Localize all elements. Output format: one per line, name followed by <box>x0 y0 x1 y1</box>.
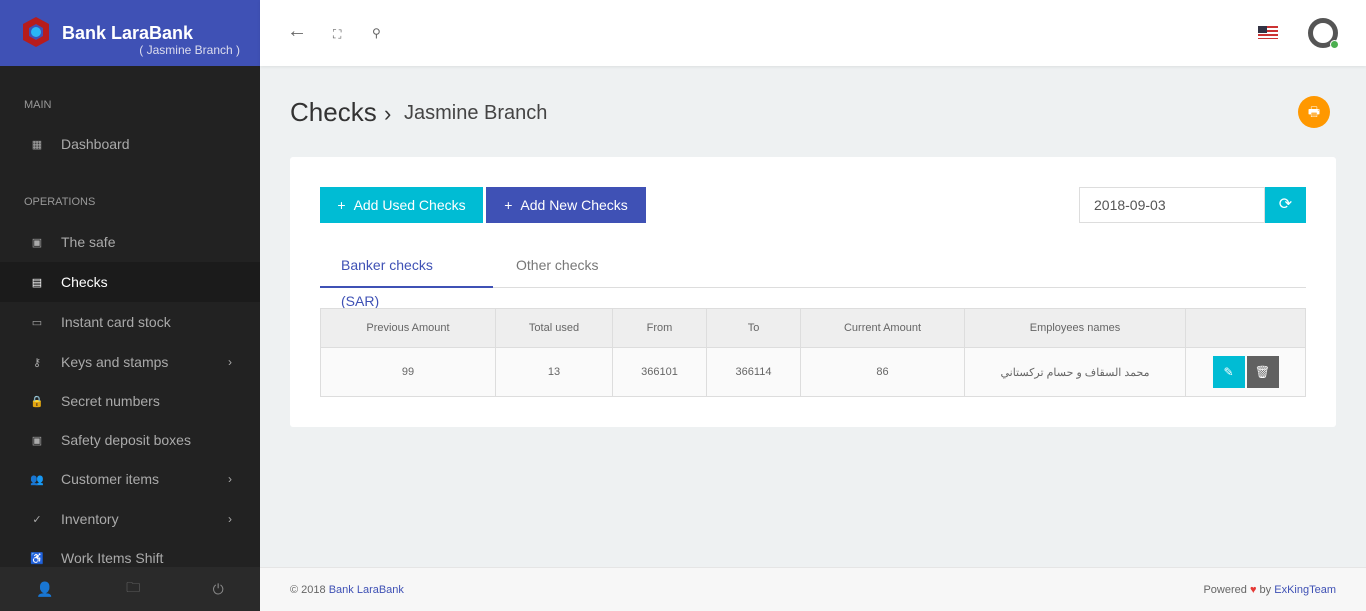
header-from: From <box>612 308 707 348</box>
fullscreen-icon[interactable]: ⛶ <box>333 27 341 42</box>
cell-from: 366101 <box>612 347 707 397</box>
cell-to: 366114 <box>706 347 801 397</box>
sidebar-item-customer-items[interactable]: 👥 Customer items › <box>0 459 260 499</box>
sidebar-item-label: Secret numbers <box>61 393 160 409</box>
cell-current-amount: 86 <box>800 347 965 397</box>
add-used-checks-button[interactable]: + Add Used Checks <box>320 187 483 223</box>
footer: © 2018 Bank LaraBank Powered ♥ by ExKing… <box>260 567 1366 611</box>
accessible-icon: ♿ <box>30 552 44 565</box>
checks-table: Previous Amount Total used From To Curre… <box>320 308 1306 397</box>
brand-title: Bank LaraBank <box>62 23 194 43</box>
sidebar-item-label: The safe <box>61 234 116 250</box>
team-link[interactable]: ExKingTeam <box>1274 584 1336 596</box>
lock-icon: 🔒 <box>30 395 44 408</box>
chevron-right-icon: › <box>228 472 232 486</box>
cell-employees-names: محمد السقاف و حسام تركستاني <box>964 347 1186 397</box>
sidebar-item-dashboard[interactable]: ▦ Dashboard <box>0 124 260 164</box>
cell-total-used: 13 <box>495 347 613 397</box>
sidebar-item-label: Customer items <box>61 471 160 487</box>
folder-icon[interactable]: 🗀 <box>126 577 140 601</box>
sidebar-item-label: Inventory <box>61 511 119 527</box>
header-current-amount: Current Amount <box>800 308 965 348</box>
add-new-checks-button[interactable]: + Add New Checks <box>486 187 646 223</box>
brand: Bank LaraBank ( Jasmine Branch ) <box>0 0 260 66</box>
table-row: 99 13 366101 366114 86 محمد السقاف و حسا… <box>320 347 1306 397</box>
print-button[interactable]: 🖶 <box>1298 96 1330 128</box>
back-arrow-icon[interactable]: ← <box>287 20 307 43</box>
us-flag-icon[interactable] <box>1258 26 1278 39</box>
avatar[interactable] <box>1308 18 1339 49</box>
chevron-right-icon: › <box>228 355 232 369</box>
plus-icon: + <box>504 197 513 213</box>
page-title: Checks › <box>290 97 392 127</box>
sidebar-item-keys-stamps[interactable]: ⚷ Keys and stamps › <box>0 342 260 382</box>
sidebar: Bank LaraBank ( Jasmine Branch ) MAIN OP… <box>0 0 260 611</box>
dashboard-icon: ▦ <box>31 138 43 151</box>
plus-icon: + <box>337 197 346 213</box>
sidebar-footer: 👤 🗀 ⏻ <box>0 567 260 611</box>
copyright: © 2018 Bank LaraBank <box>290 584 404 596</box>
tabs: Banker checks (SAR) Other checks <box>320 247 1306 309</box>
sidebar-item-safety-deposit[interactable]: ▣ Safety deposit boxes <box>0 420 260 460</box>
powered-by: Powered ♥ by ExKingTeam <box>1203 584 1336 596</box>
refresh-button[interactable]: ⟳ <box>1265 187 1306 223</box>
key-icon: ⚷ <box>32 356 42 369</box>
power-icon[interactable]: ⏻ <box>213 581 224 598</box>
card-icon: ▭ <box>31 316 43 329</box>
section-main: MAIN <box>24 99 52 111</box>
footer-brand-link[interactable]: Bank LaraBank <box>329 584 404 596</box>
search-icon[interactable]: ⚲ <box>372 26 381 40</box>
page-subtitle: Jasmine Branch <box>404 102 548 124</box>
people-icon: 👥 <box>30 473 44 486</box>
chevron-right-icon: › <box>228 512 232 526</box>
sidebar-item-label: Safety deposit boxes <box>61 432 191 448</box>
safe-icon: ▣ <box>31 434 43 447</box>
sidebar-item-label: Work Items Shift <box>61 550 164 566</box>
header-employees-names: Employees names <box>964 308 1186 348</box>
brand-subtitle: ( Jasmine Branch ) <box>139 43 240 57</box>
sidebar-item-inventory[interactable]: ✓ Inventory › <box>0 499 260 539</box>
button-label: Add Used Checks <box>353 197 466 213</box>
bank-logo-icon <box>23 17 49 47</box>
topbar: ← ⛶ ⚲ <box>260 0 1366 66</box>
section-operations: OPERATIONS <box>24 196 96 208</box>
cell-previous-amount: 99 <box>320 347 496 397</box>
header-actions <box>1185 308 1306 348</box>
sidebar-item-label: Instant card stock <box>61 314 171 330</box>
delete-button[interactable]: 🗑 <box>1246 356 1279 388</box>
wallet-icon: ▣ <box>31 236 43 249</box>
header-to: To <box>706 308 801 348</box>
edit-button[interactable]: ✎ <box>1212 356 1245 388</box>
tab-banker-checks[interactable]: Banker checks (SAR) <box>320 247 493 309</box>
sidebar-item-secret-numbers[interactable]: 🔒 Secret numbers <box>0 381 260 421</box>
tab-other-checks[interactable]: Other checks <box>495 247 619 288</box>
header-previous-amount: Previous Amount <box>320 308 496 348</box>
sidebar-item-instant-card-stock[interactable]: ▭ Instant card stock <box>0 302 260 342</box>
sidebar-item-label: Keys and stamps <box>61 354 169 370</box>
date-input[interactable]: 2018-09-03 <box>1079 187 1265 223</box>
sidebar-item-checks[interactable]: ▤ Checks <box>0 262 260 302</box>
button-label: Add New Checks <box>520 197 628 213</box>
heart-icon: ♥ <box>1249 584 1257 596</box>
check-icon: ✓ <box>32 513 42 526</box>
sidebar-item-safe[interactable]: ▣ The safe <box>0 222 260 262</box>
sidebar-item-label: Dashboard <box>61 136 130 152</box>
cell-actions: ✎ 🗑 <box>1185 347 1306 397</box>
chevron-icon: › <box>383 101 392 126</box>
money-icon: ▤ <box>31 276 43 289</box>
checks-card: + Add Used Checks + Add New Checks 2018-09… <box>290 157 1336 427</box>
header-total-used: Total used <box>495 308 613 348</box>
sidebar-item-label: Checks <box>61 274 108 290</box>
user-icon[interactable]: 👤 <box>36 581 53 598</box>
